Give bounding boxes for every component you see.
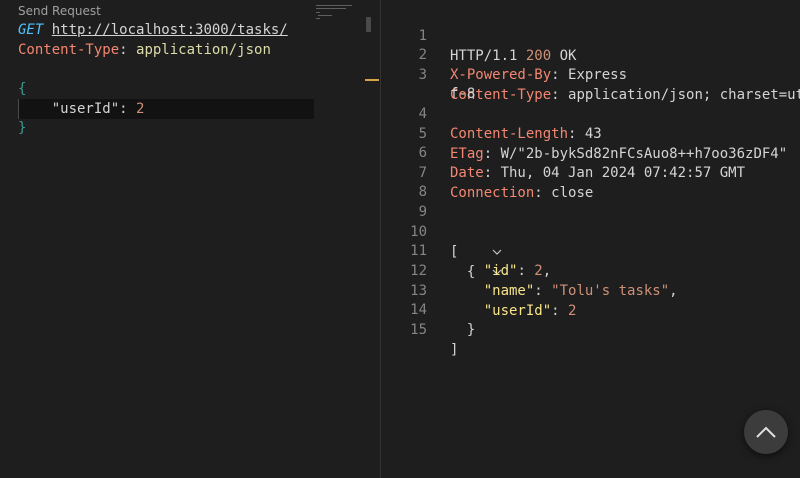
response-header: Date: Thu, 04 Jan 2024 07:42:57 GMT bbox=[450, 165, 746, 181]
response-line: 8 bbox=[381, 162, 432, 200]
minimap-line bbox=[316, 18, 320, 19]
response-line: 9 [ bbox=[381, 182, 502, 260]
request-body-colon: : bbox=[119, 101, 137, 117]
response-header-key: ETag bbox=[450, 146, 484, 162]
json-close-brace: } bbox=[450, 320, 475, 340]
json-key: "id" bbox=[483, 263, 518, 279]
editor-scrollbar-thumb[interactable] bbox=[366, 17, 371, 32]
scroll-to-top-button[interactable] bbox=[744, 410, 788, 454]
response-header-value: close bbox=[551, 185, 594, 201]
response-line: 7 Connection: close bbox=[381, 143, 594, 201]
json-value: 2 bbox=[534, 263, 543, 279]
json-field-id: "id": 2, bbox=[483, 263, 552, 279]
response-header: X-Powered-By: Express bbox=[450, 67, 628, 83]
json-value: "Tolu's tasks" bbox=[551, 283, 670, 299]
wrapped-text: f-8 bbox=[450, 86, 476, 102]
request-header-separator: : bbox=[119, 42, 137, 58]
rest-client-window: Send Request GET http://localhost:3000/t… bbox=[0, 0, 800, 478]
send-request-codelens[interactable]: Send Request bbox=[18, 4, 101, 18]
response-header-value: W/"2b-bykSd82nFCsAuo8++h7oo36zDF4" bbox=[500, 146, 788, 162]
response-line-wrap: f-8 bbox=[381, 64, 475, 102]
request-body-open-brace[interactable]: { bbox=[18, 79, 26, 99]
response-header-key: Connection bbox=[450, 185, 535, 201]
request-body-value: 2 bbox=[136, 101, 145, 117]
response-line: 5 ETag: W/"2b-bykSd82nFCsAuo8++h7oo36zDF… bbox=[381, 104, 788, 162]
line-number: 15 bbox=[410, 322, 427, 338]
json-value: 2 bbox=[568, 303, 577, 319]
chevron-up-icon bbox=[755, 425, 777, 439]
json-key: "userId" bbox=[483, 303, 552, 319]
response-header-value: Thu, 04 Jan 2024 07:42:57 GMT bbox=[500, 165, 746, 181]
status-code: 200 bbox=[525, 48, 552, 64]
request-header-key: Content-Type bbox=[18, 42, 120, 58]
response-line: 1 HTTP/1.1 200 OK bbox=[381, 6, 577, 64]
request-body-close-brace[interactable]: } bbox=[18, 118, 26, 138]
json-field-name: "name": "Tolu's tasks", bbox=[483, 283, 678, 299]
request-editor[interactable]: Send Request GET http://localhost:3000/t… bbox=[0, 0, 380, 478]
request-body-key: "userId" bbox=[51, 101, 120, 117]
minimap[interactable] bbox=[314, 0, 366, 40]
response-header: Connection: close bbox=[450, 185, 594, 201]
json-close-bracket: ] bbox=[450, 342, 459, 358]
response-header: Content-Type: application/json; charset=… bbox=[450, 85, 800, 105]
json-key: "name" bbox=[483, 283, 535, 299]
minimap-line bbox=[316, 5, 352, 6]
response-header-value: Express bbox=[568, 67, 628, 83]
response-line: 15 ] bbox=[381, 300, 458, 358]
overview-ruler-marker bbox=[365, 79, 379, 81]
response-header-key: Date bbox=[450, 165, 484, 181]
response-line: 10 { bbox=[381, 202, 502, 280]
response-line: 4 Content-Length: 43 bbox=[381, 84, 602, 142]
brace-char: } bbox=[466, 322, 476, 338]
response-line: 12 "name": "Tolu's tasks", bbox=[381, 241, 677, 299]
status-text: OK bbox=[551, 48, 577, 64]
response-line: 6 Date: Thu, 04 Jan 2024 07:42:57 GMT bbox=[381, 123, 745, 181]
response-header: Content-Length: 43 bbox=[450, 126, 602, 142]
request-body-line[interactable]: "userId": 2 bbox=[18, 99, 145, 119]
response-line: 2 X-Powered-By: Express bbox=[381, 25, 627, 83]
minimap-line bbox=[316, 8, 346, 9]
response-line: 13 "userId": 2 bbox=[381, 261, 576, 319]
json-field-userid: "userId": 2 bbox=[483, 303, 577, 319]
response-header-value: application/json; charset=ut bbox=[568, 87, 800, 103]
request-line[interactable]: GET http://localhost:3000/tasks/ bbox=[18, 20, 288, 40]
response-viewer[interactable]: 1 HTTP/1.1 200 OK 2 X-Powered-By: Expres… bbox=[381, 0, 800, 478]
status-line: HTTP/1.1 200 OK bbox=[450, 46, 576, 66]
response-line: 14 } bbox=[381, 280, 475, 338]
response-header-key: X-Powered-By bbox=[450, 67, 552, 83]
minimap-line bbox=[318, 15, 332, 16]
response-header: ETag: W/"2b-bykSd82nFCsAuo8++h7oo36zDF4" bbox=[450, 146, 788, 162]
response-line: 3 Content-Type: application/json; charse… bbox=[381, 45, 800, 103]
response-header-key: Content-Length bbox=[450, 126, 569, 142]
response-header-value: 43 bbox=[584, 126, 602, 142]
minimap-line bbox=[316, 12, 320, 13]
status-protocol: HTTP/1.1 bbox=[450, 48, 526, 64]
http-method: GET bbox=[18, 22, 44, 38]
response-line: 11 "id": 2, bbox=[381, 221, 551, 279]
request-url-link[interactable]: http://localhost:3000/tasks/ bbox=[52, 22, 288, 38]
request-header-value: application/json bbox=[136, 42, 271, 58]
request-header-line[interactable]: Content-Type: application/json bbox=[18, 40, 271, 60]
